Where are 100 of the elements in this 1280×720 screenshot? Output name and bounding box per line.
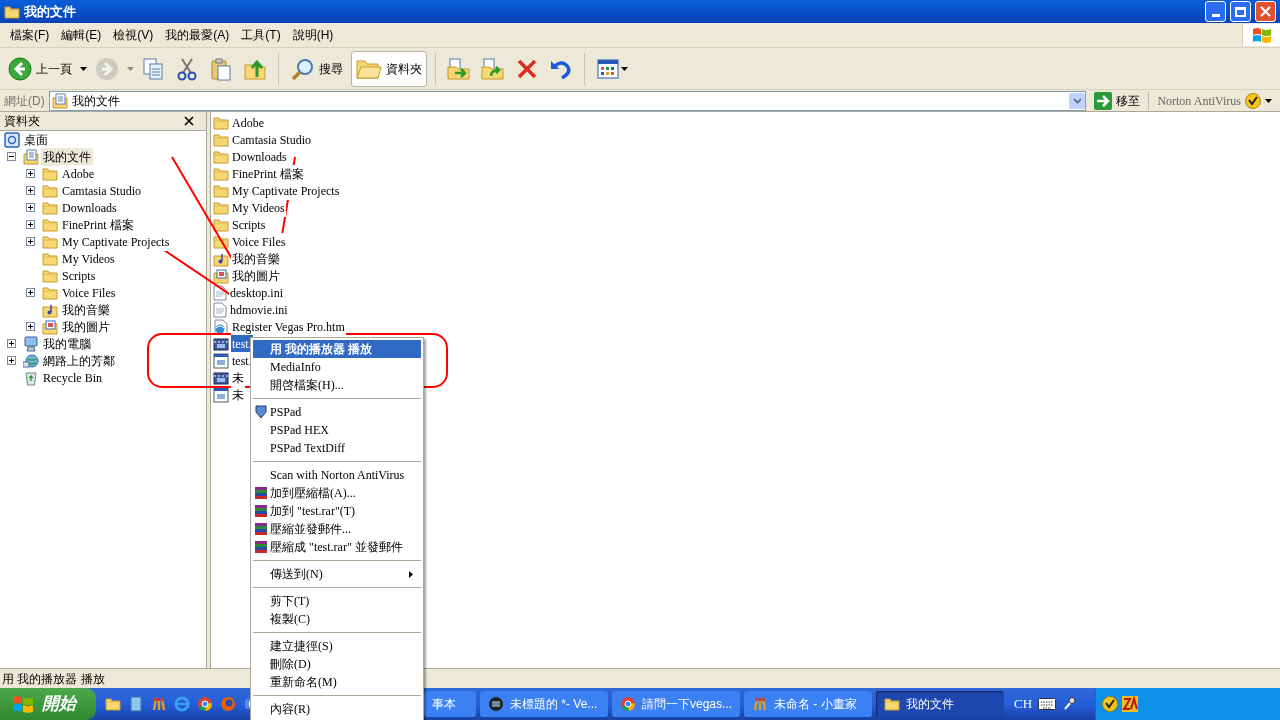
folder-icon [42,285,58,300]
file-item[interactable]: Register Vegas Pro.htm [231,317,346,336]
file-item[interactable]: My Captivate Projects [231,181,341,200]
shield-check-icon [1245,92,1261,109]
folder-icon[interactable] [104,695,122,713]
folder-icon [42,166,58,181]
folder-icon [213,115,229,130]
pane-title: 資料夾 [4,113,40,130]
menu-item[interactable]: 我的最愛(A) [159,24,236,46]
stacked-books-icon [254,522,268,536]
folder-icon [213,149,229,164]
pictures-folder-icon [42,318,58,335]
expand-icon[interactable] [26,186,35,195]
folder-icon [213,200,229,215]
expand-icon[interactable] [7,356,16,365]
paint-brushes-icon[interactable] [150,695,168,713]
search-button[interactable]: 搜尋 [287,50,347,87]
copy-icon [142,56,164,81]
folder-icon [213,132,229,147]
paint-brushes-icon [752,696,768,712]
keyboard-icon[interactable] [1038,698,1057,710]
maximize-button[interactable] [1230,1,1251,22]
menu-item[interactable]: 刪除(D) [253,655,421,673]
folders-button[interactable]: 資料夾 [351,50,427,87]
taskbar-button[interactable]: 事本 [424,691,476,717]
taskbar-button[interactable]: 未標題的 *- Ve... [480,691,608,717]
expand-icon[interactable] [26,220,35,229]
menu-item[interactable]: 說明(H) [286,24,340,46]
expand-icon[interactable] [26,203,35,212]
menu-item[interactable]: MediaInfo [253,358,421,376]
shield-check-icon[interactable] [1102,696,1118,712]
taskbar-button[interactable]: 未命名 - 小畫家 [744,691,872,717]
start-button[interactable]: 開始 [0,688,96,720]
menu-item[interactable]: 重新命名(M) [253,673,421,691]
stacked-books-icon [254,504,268,518]
folder-icon [884,697,900,711]
icon-grid-icon [597,58,619,79]
menu-item[interactable]: PSPad [253,403,421,421]
folder-icon [42,268,58,283]
menu-item[interactable]: 壓縮並發郵件... [253,520,421,538]
expand-icon[interactable] [26,288,35,297]
menu-item[interactable]: 剪下(T) [253,592,421,610]
expand-icon[interactable] [26,322,35,331]
menu-item[interactable]: 檔案(F) [4,24,56,46]
minimize-button[interactable] [1205,1,1226,22]
tree-item[interactable]: FinePrint 檔案 [60,215,136,234]
menu-item[interactable]: 開啓檔案(H)... [253,376,421,394]
menu-item[interactable]: 加到壓縮檔(A)... [253,484,421,502]
chrome-icon [620,696,636,712]
expand-icon[interactable] [26,169,35,178]
taskbar-button[interactable]: 請問一下vegas... [612,691,740,717]
folder-curved-arrow-icon [481,56,505,81]
menu-item[interactable]: 內容(R) [253,700,421,718]
computer-icon [23,335,39,352]
language-indicator[interactable]: CH [1014,694,1033,714]
menu-item[interactable]: 傳送到(N) [253,565,421,583]
expand-icon[interactable] [7,339,16,348]
web-page-icon [213,318,229,335]
windows-logo-icon [12,694,34,714]
notepad-icon[interactable] [127,695,145,713]
caret-icon [621,66,628,71]
video-file-icon [213,369,229,386]
back-button[interactable]: 上一頁 [4,50,76,87]
caret-icon[interactable] [80,66,87,71]
folder-icon [42,183,58,198]
go-button[interactable]: 移至 [1090,90,1145,111]
pictures-folder-icon [213,267,229,284]
documents-folder-icon [51,92,68,109]
microphone-icon[interactable] [1062,696,1077,712]
tree-item[interactable]: 我的文件 [41,147,93,166]
menu-item[interactable]: Scan with Norton AntiVirus [253,466,421,484]
dropdown-icon[interactable] [1069,92,1086,109]
desktop-icon [4,131,20,148]
norton-antivirus-button[interactable]: Norton AntiVirus [1153,90,1276,111]
menu-item[interactable]: 建立捷徑(S) [253,637,421,655]
recycle-bin-icon [23,369,39,386]
menu-item[interactable]: 檢視(V) [107,24,160,46]
menu-item[interactable]: 工具(T) [235,24,287,46]
folder-icon [42,234,58,249]
menu-item[interactable]: PSPad TextDiff [253,439,421,457]
firewall-icon[interactable] [1122,696,1138,712]
close-button[interactable] [1255,1,1276,22]
expand-icon[interactable] [26,237,35,246]
menu-item[interactable]: 編輯(E) [55,24,108,46]
close-icon[interactable] [184,116,194,126]
browser-icon[interactable] [173,695,191,713]
address-field[interactable]: 我的文件 [48,90,1087,111]
menu-item[interactable]: 壓縮成 "test.rar" 並發郵件 [253,538,421,556]
menu-item[interactable]: 複製(C) [253,610,421,628]
menu-item[interactable]: 用 我的播放器 播放 [253,340,421,358]
address-label: 網址(D) [4,92,45,110]
folder-icon [42,251,58,266]
video-file-icon [213,335,229,352]
menu-item[interactable]: PSPad HEX [253,421,421,439]
menu-item[interactable]: 加到 "test.rar"(T) [253,502,421,520]
taskbar-button[interactable]: 我的文件 [876,691,1004,717]
window-file-icon [213,352,229,369]
collapse-icon[interactable] [7,152,16,161]
folder-arrow-icon [447,56,471,81]
chrome-icon[interactable] [196,695,214,713]
